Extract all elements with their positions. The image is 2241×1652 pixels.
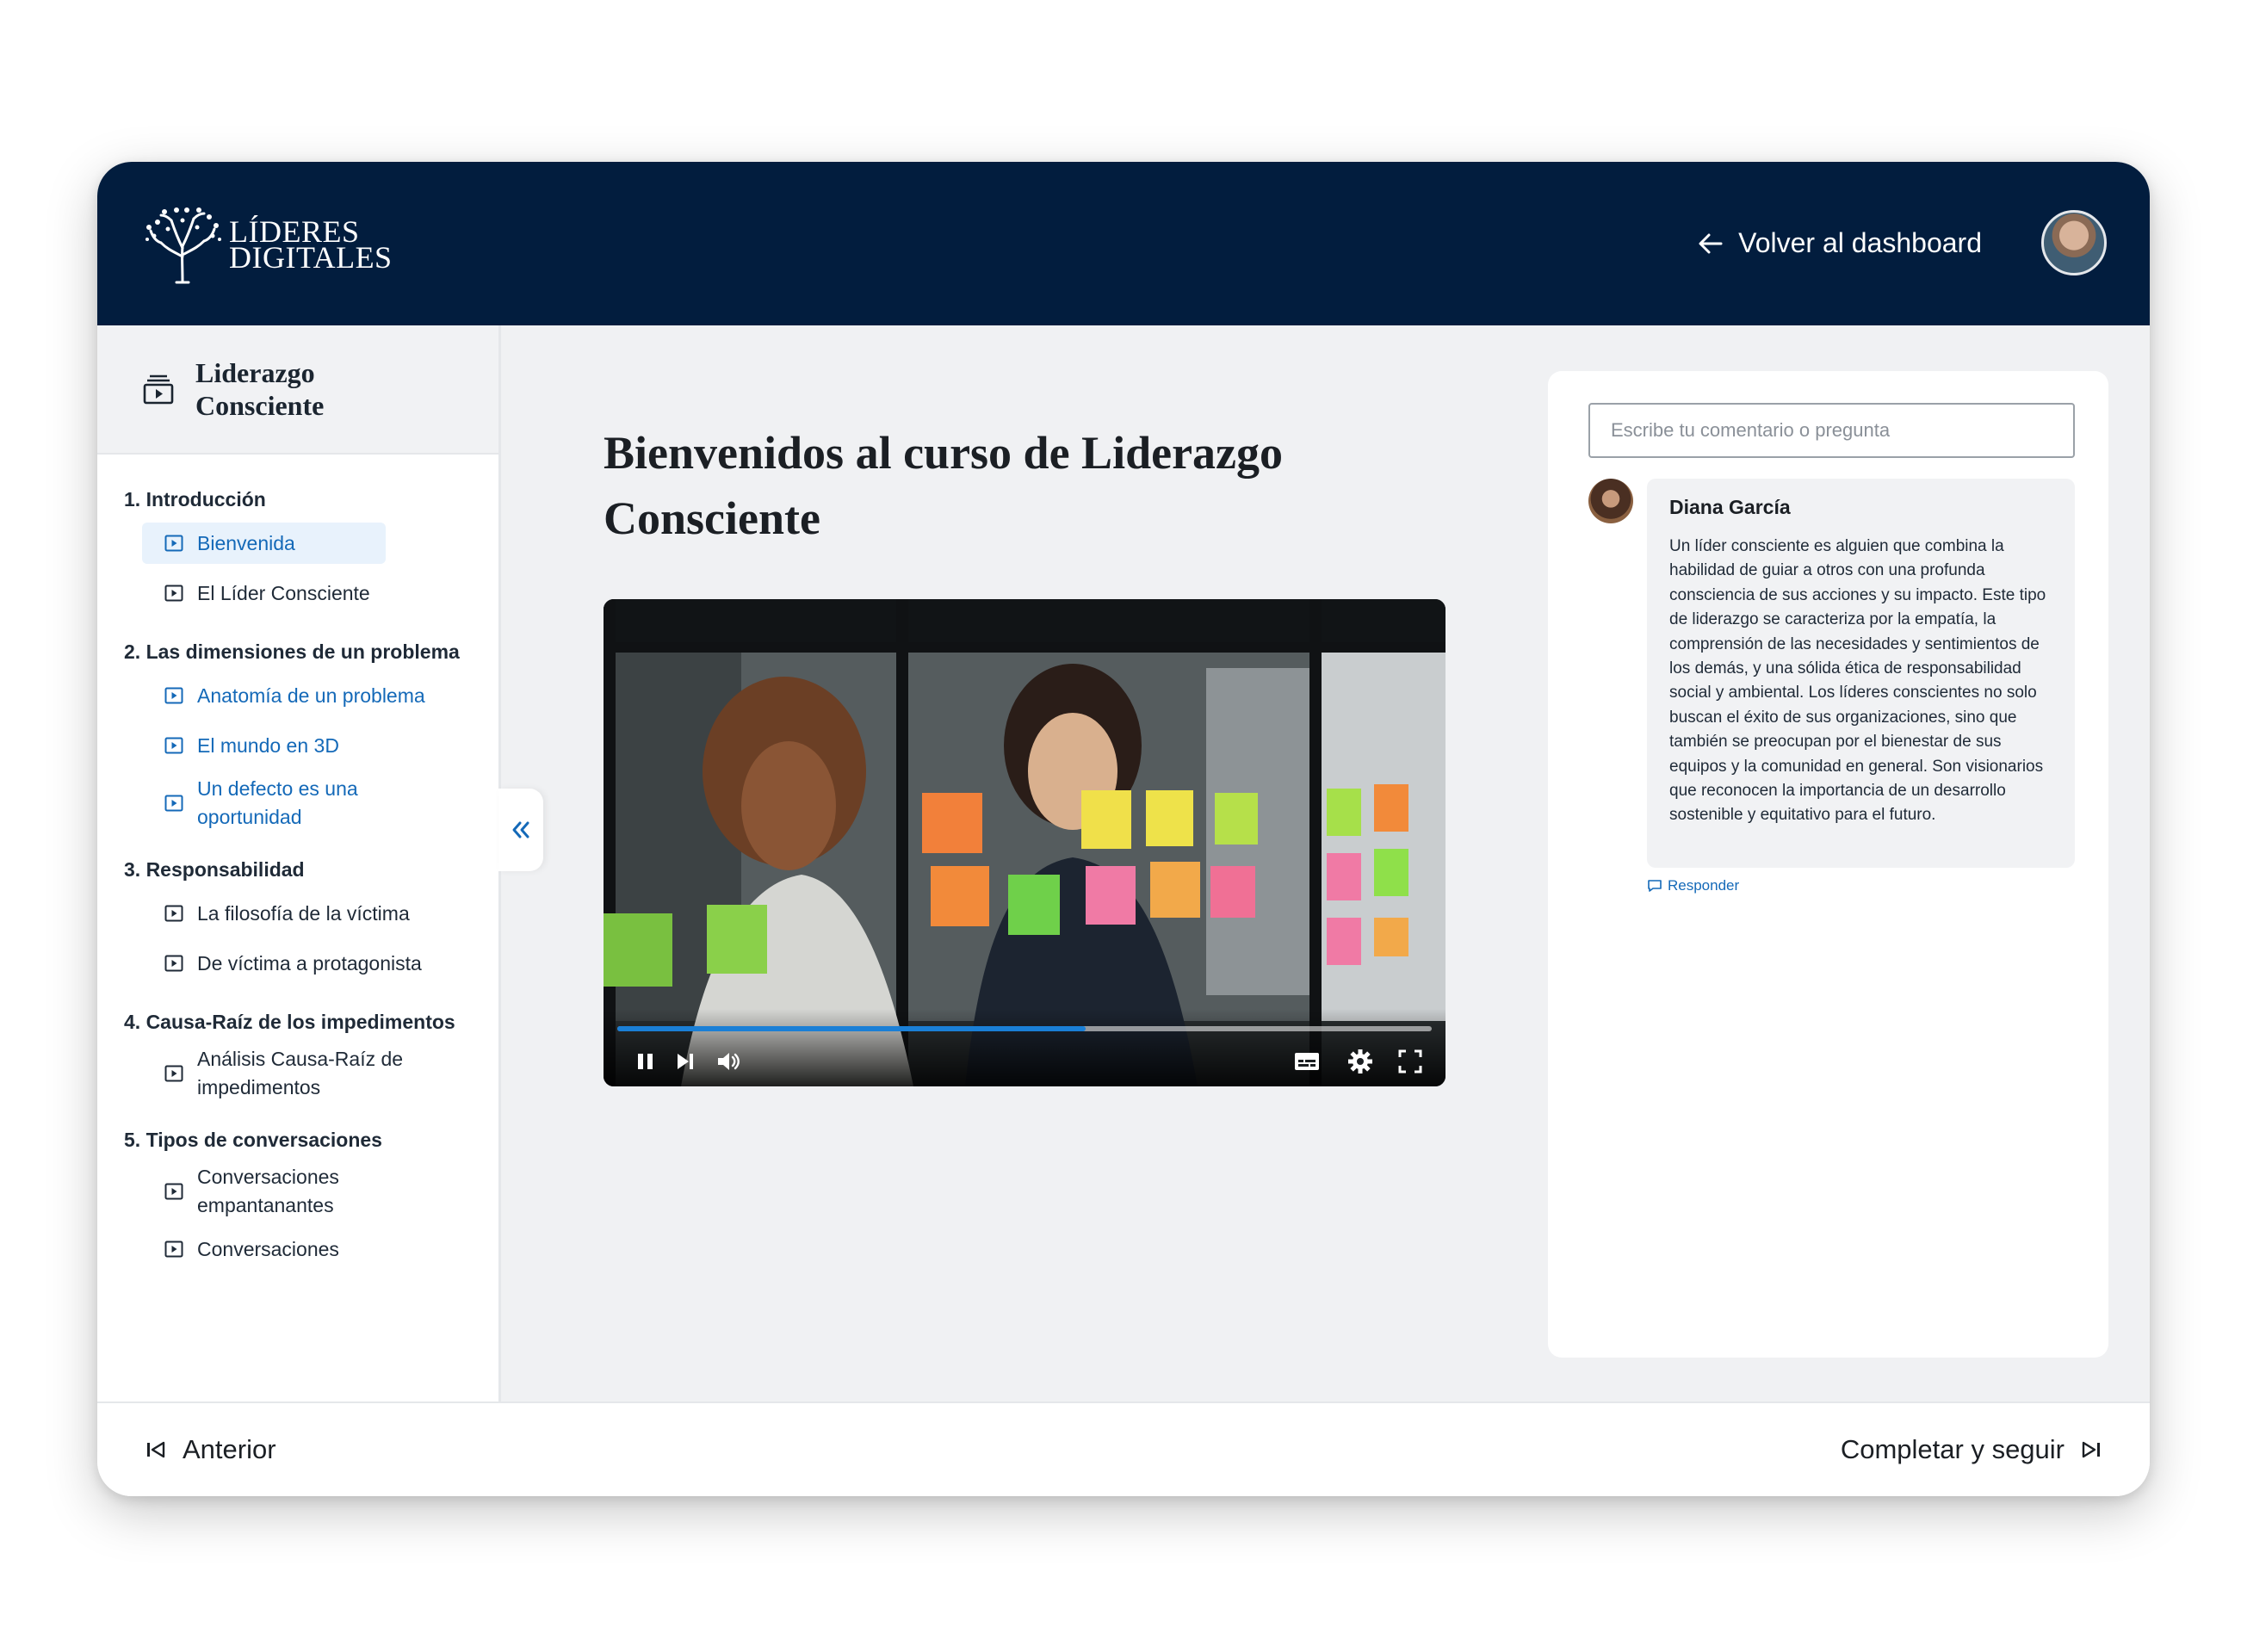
comments-panel: Diana García Un líder consciente es algu… (1548, 371, 2108, 1358)
course-header: Liderazgo Consciente (97, 325, 498, 455)
tree-logo-icon (145, 207, 221, 284)
volume-icon (718, 1053, 740, 1070)
video-lesson-icon (164, 1241, 183, 1258)
course-sidebar: Liderazgo Consciente 1. Introducción Bie… (97, 325, 501, 1401)
logo-wordmark: LÍDERES DIGITALES (229, 216, 393, 275)
lesson-label: Conversaciones (197, 1237, 339, 1260)
volume-button[interactable] (714, 1047, 743, 1076)
module-title: 3. Responsabilidad (124, 858, 305, 881)
video-lesson-icon (164, 737, 183, 754)
course-stack-icon (143, 374, 174, 405)
comment-input[interactable] (1588, 403, 2075, 458)
top-header: LÍDERES DIGITALES Volver al dashboard (97, 162, 2150, 325)
lesson-label: De víctima a protagonista (197, 951, 422, 974)
video-lesson-icon (164, 1183, 183, 1200)
video-player[interactable] (604, 599, 1446, 1086)
module-list: 1. Introducción Bienvenida El Líder Cons… (97, 455, 498, 1270)
previous-label: Anterior (183, 1434, 276, 1464)
lesson-item-conversaciones-empantanantes[interactable]: Conversaciones empantanantes (97, 1163, 498, 1220)
skip-next-icon (2082, 1441, 2100, 1458)
fullscreen-icon (1398, 1049, 1422, 1073)
reply-label: Responder (1668, 877, 1740, 894)
lesson-item-el-lider-consciente[interactable]: El Líder Consciente (97, 572, 498, 614)
video-progress-fill (617, 1026, 1086, 1031)
video-lesson-icon (164, 905, 183, 922)
module-title: 1. Introducción (124, 488, 266, 510)
lesson-label: Un defecto es una oportunidad (197, 777, 358, 828)
comment-text: Un líder consciente es alguien que combi… (1669, 537, 2046, 825)
lesson-label: El mundo en 3D (197, 733, 339, 757)
pause-icon (638, 1054, 653, 1069)
reply-button[interactable]: Responder (1647, 877, 1739, 894)
lesson-label: Bienvenida (197, 531, 295, 554)
lesson-item-filosofia-victima[interactable]: La filosofía de la víctima (97, 893, 498, 934)
video-lesson-icon (164, 687, 183, 704)
module-title: 4. Causa-Raíz de los impedimentos (124, 1011, 455, 1033)
logo-line-2: DIGITALES (229, 240, 393, 275)
video-lesson-icon (164, 955, 183, 972)
module-title: 2. Las dimensiones de un problema (124, 640, 460, 663)
captions-button[interactable] (1292, 1047, 1322, 1076)
back-to-dashboard-link[interactable]: Volver al dashboard (1697, 227, 1982, 259)
settings-button[interactable] (1346, 1047, 1375, 1076)
next-label: Completar y seguir (1840, 1434, 2065, 1464)
user-avatar[interactable] (2041, 210, 2107, 275)
app-window: LÍDERES DIGITALES Volver al dashboard Li… (97, 162, 2150, 1496)
double-chevron-left-icon (512, 821, 529, 838)
collapse-sidebar-button[interactable] (498, 789, 543, 871)
speech-bubble-icon (1648, 880, 1662, 892)
arrow-left-icon (1699, 233, 1723, 253)
next-video-button[interactable] (671, 1047, 700, 1076)
video-controls (604, 1009, 1446, 1086)
module-title: 5. Tipos de conversaciones (124, 1129, 382, 1151)
lesson-item-anatomia[interactable]: Anatomía de un problema (97, 675, 498, 716)
course-title: Liderazgo Consciente (195, 357, 325, 421)
lesson-item-bienvenida[interactable]: Bienvenida (142, 523, 386, 564)
commenter-avatar (1588, 479, 1633, 523)
video-lesson-icon (164, 535, 183, 552)
lesson-label: El Líder Consciente (197, 581, 370, 604)
lesson-item-conversaciones[interactable]: Conversaciones (97, 1228, 498, 1270)
video-lesson-icon (164, 585, 183, 602)
lesson-label: Anatomía de un problema (197, 684, 425, 707)
gear-icon (1348, 1049, 1372, 1073)
skip-previous-icon (147, 1441, 165, 1458)
comment-author: Diana García (1669, 496, 1791, 518)
lesson-item-defecto-oportunidad[interactable]: Un defecto es una oportunidad (97, 775, 498, 832)
lesson-item-victima-protagonista[interactable]: De víctima a protagonista (97, 943, 498, 984)
lesson-item-analisis-causa-raiz[interactable]: Análisis Causa-Raíz de impedimentos (97, 1045, 498, 1102)
video-lesson-icon (164, 795, 183, 812)
complete-and-continue-button[interactable]: Completar y seguir (1841, 1434, 2102, 1465)
skip-next-icon (678, 1054, 693, 1069)
brand-logo[interactable]: LÍDERES DIGITALES (142, 205, 393, 284)
lesson-item-mundo-3d[interactable]: El mundo en 3D (97, 725, 498, 766)
lesson-label: La filosofía de la víctima (197, 901, 410, 925)
fullscreen-button[interactable] (1396, 1047, 1425, 1076)
video-progress-bar[interactable] (617, 1026, 1432, 1031)
previous-lesson-button[interactable]: Anterior (145, 1434, 276, 1465)
comment-card: Diana García Un líder consciente es algu… (1647, 479, 2075, 868)
lesson-footer: Anterior Completar y seguir (97, 1401, 2150, 1496)
lesson-label: Análisis Causa-Raíz de impedimentos (197, 1048, 404, 1098)
lesson-label: Conversaciones empantanantes (197, 1166, 339, 1216)
back-link-label: Volver al dashboard (1738, 227, 1982, 258)
pause-button[interactable] (631, 1047, 660, 1076)
lesson-title: Bienvenidos al curso de Liderazgo Consci… (604, 427, 1284, 544)
video-lesson-icon (164, 1065, 183, 1082)
captions-icon (1295, 1053, 1319, 1070)
